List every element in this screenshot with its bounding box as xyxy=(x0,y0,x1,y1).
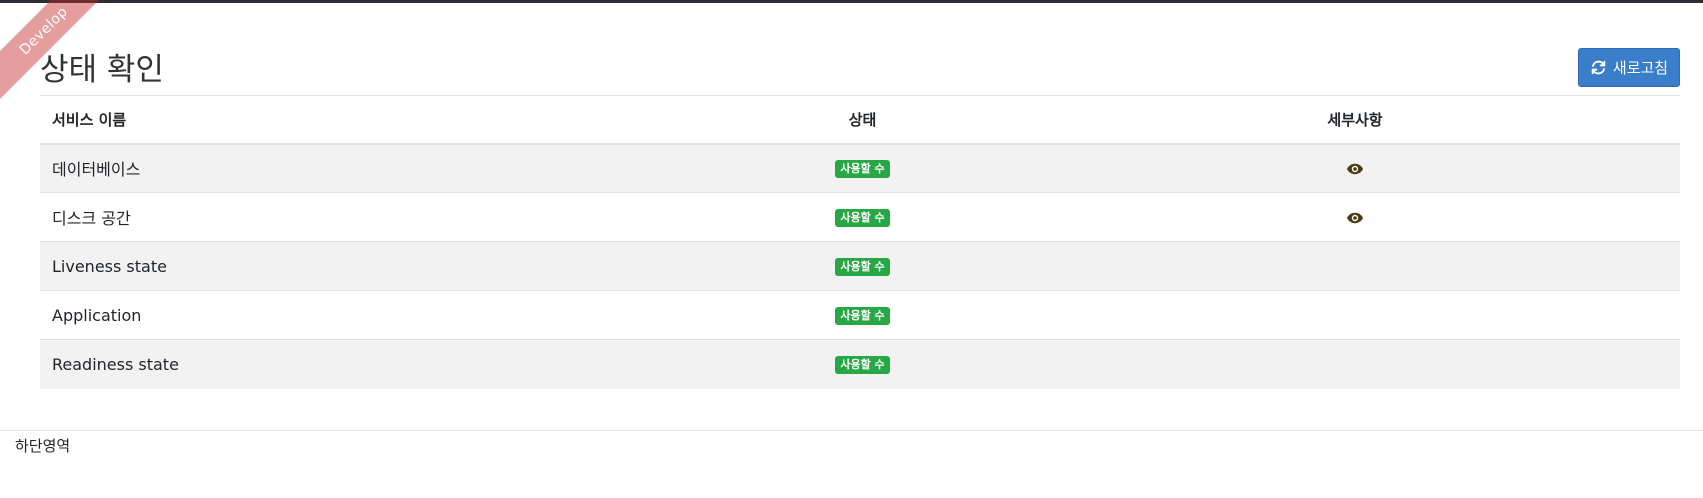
table-row: Liveness state 사용할 수 xyxy=(40,241,1680,291)
details-cell xyxy=(1030,192,1680,242)
status-badge: 사용할 수 xyxy=(835,209,890,227)
status-cell: 사용할 수 xyxy=(695,339,1030,389)
table-row: 데이터베이스 사용할 수 xyxy=(40,143,1680,193)
table-row: 디스크 공간 사용할 수 xyxy=(40,192,1680,242)
service-name: Liveness state xyxy=(52,256,167,276)
details-cell xyxy=(1030,290,1680,340)
top-bar xyxy=(0,0,1703,3)
status-badge: 사용할 수 xyxy=(835,258,890,276)
service-name-cell: 데이터베이스 xyxy=(40,143,695,193)
eye-icon xyxy=(1347,163,1363,174)
details-button[interactable] xyxy=(1346,159,1364,177)
status-badge: 사용할 수 xyxy=(835,307,890,325)
service-name: 디스크 공간 xyxy=(52,209,131,228)
refresh-icon xyxy=(1591,60,1606,75)
service-name-cell: Readiness state xyxy=(40,339,695,389)
table-row: Readiness state 사용할 수 xyxy=(40,339,1680,389)
table-row: Application 사용할 수 xyxy=(40,290,1680,340)
status-badge: 사용할 수 xyxy=(835,356,890,375)
service-name: Application xyxy=(52,305,142,325)
column-header-details: 세부사항 xyxy=(1030,95,1680,145)
service-name-cell: Application xyxy=(40,290,695,340)
page-title: 상태 확인 xyxy=(40,52,164,88)
eye-icon xyxy=(1347,212,1363,223)
column-header-status[interactable]: 상태 xyxy=(695,95,1030,145)
status-cell: 사용할 수 xyxy=(695,290,1030,340)
health-table: 서비스 이름 상태 세부사항 데이터베이스 사용할 수 디스크 공간 사용할 수 Liv… xyxy=(40,95,1680,389)
service-name: 데이터베이스 xyxy=(52,160,141,180)
status-badge: 사용할 수 xyxy=(835,160,890,179)
footer-text: 하단영역 xyxy=(15,437,71,455)
status-cell: 사용할 수 xyxy=(695,192,1030,242)
footer-divider xyxy=(0,430,1703,431)
service-name-cell: Liveness state xyxy=(40,241,695,291)
details-cell xyxy=(1030,241,1680,291)
service-name-cell: 디스크 공간 xyxy=(40,192,695,242)
refresh-label: 새로고침 xyxy=(1612,59,1669,77)
details-button[interactable] xyxy=(1346,208,1364,226)
status-cell: 사용할 수 xyxy=(695,241,1030,291)
status-cell: 사용할 수 xyxy=(695,143,1030,193)
refresh-button[interactable]: 새로고침 xyxy=(1578,48,1680,87)
column-header-service-name[interactable]: 서비스 이름 xyxy=(40,95,695,145)
table-header-row: 서비스 이름 상태 세부사항 xyxy=(40,95,1680,145)
service-name: Readiness state xyxy=(52,354,179,374)
details-cell xyxy=(1030,339,1680,389)
details-cell xyxy=(1030,143,1680,193)
